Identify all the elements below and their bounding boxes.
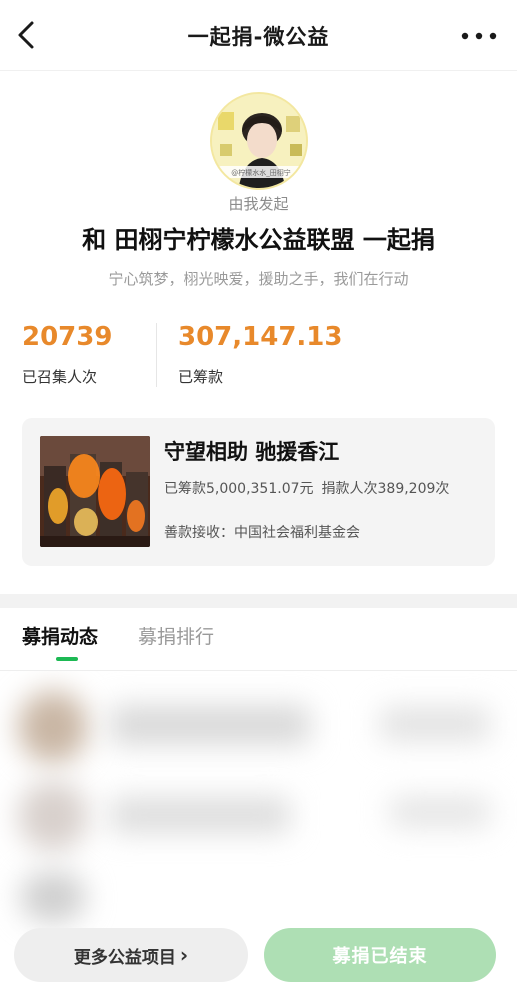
stat-participants-label: 已召集人次	[22, 368, 98, 386]
page-title: 一起捐-微公益	[187, 25, 330, 49]
list-item-avatar	[18, 781, 88, 851]
section-separator	[0, 594, 517, 608]
project-title: 守望相助 驰援香江	[164, 440, 340, 464]
list-item-avatar	[18, 691, 88, 763]
stat-participants: 20739 已召集人次	[22, 322, 112, 387]
sponsor-avatar[interactable]: @柠檬水水_田栩宁	[210, 92, 308, 190]
more-projects-button[interactable]: 更多公益项目 ›	[14, 928, 248, 982]
stat-raised: 307,147.13 已筹款	[178, 322, 342, 387]
header-divider	[0, 70, 517, 71]
project-stats: 已筹款5,000,351.07元 捐款人次389,209次	[164, 478, 449, 498]
project-card[interactable]: 守望相助 驰援香江 已筹款5,000,351.07元 捐款人次389,209次 善…	[22, 418, 495, 566]
project-donor-count: 捐款人次389,209次	[321, 481, 450, 497]
more-projects-label: 更多公益项目	[73, 947, 176, 968]
tab-donation-feed[interactable]: 募捐动态	[22, 622, 98, 649]
active-tab-indicator	[56, 657, 78, 661]
list-item-amount	[380, 707, 490, 741]
avatar-caption: @柠檬水水_田栩宁	[231, 168, 291, 177]
list-item-text	[110, 797, 290, 833]
project-recipient: 善款接收：中国社会福利基金会	[164, 525, 360, 541]
project-raised-amount: 已筹款5,000,351.07元	[164, 481, 314, 497]
list-item-text	[110, 705, 310, 745]
more-dots-icon[interactable]	[459, 24, 499, 48]
avatar-portrait-image: @柠檬水水_田栩宁	[212, 94, 306, 188]
bottom-action-bar: 更多公益项目 › 募捐已结束	[0, 918, 517, 998]
project-thumbnail-image	[40, 436, 150, 547]
list-item-avatar	[20, 871, 86, 923]
sponsor-text: 由我发起	[228, 195, 289, 213]
top-navigation-bar: 一起捐-微公益	[0, 0, 517, 70]
stat-raised-value: 307,147.13	[178, 322, 343, 352]
campaign-slogan: 宁心筑梦，栩光映爱，援助之手，我们在行动	[108, 270, 409, 288]
campaign-title: 和 田栩宁柠檬水公益联盟 一起捐	[82, 226, 435, 254]
list-item-amount	[390, 797, 490, 827]
donation-tabs: 募捐动态 募捐排行	[0, 608, 517, 668]
tab-donation-ranking[interactable]: 募捐排行	[138, 622, 214, 649]
stat-participants-value: 20739	[22, 322, 113, 352]
stat-raised-label: 已筹款	[178, 368, 224, 386]
donation-ended-button[interactable]: 募捐已结束	[264, 928, 496, 982]
chevron-right-icon: ›	[179, 943, 189, 967]
stat-divider	[156, 323, 157, 387]
